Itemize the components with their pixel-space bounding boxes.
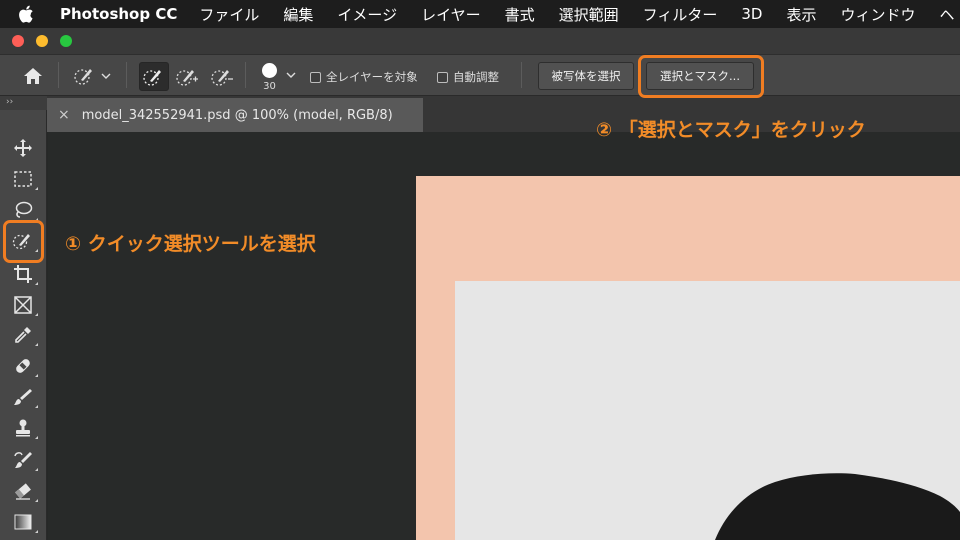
frame-icon bbox=[14, 296, 32, 314]
select-and-mask-highlight bbox=[638, 55, 764, 98]
menu-type[interactable]: 書式 bbox=[505, 4, 535, 25]
brush-tool[interactable] bbox=[8, 384, 38, 410]
healing-brush-icon bbox=[16, 359, 30, 373]
brush-size-value: 30 bbox=[263, 81, 276, 92]
chevron-down-icon bbox=[286, 72, 295, 78]
eraser-tool[interactable] bbox=[8, 478, 38, 504]
document-tab-title: model_342552941.psd @ 100% (model, RGB/8… bbox=[81, 107, 393, 123]
subtract-from-selection-icon bbox=[211, 69, 233, 86]
select-subject-button[interactable]: 被写体を選択 bbox=[538, 62, 634, 90]
marquee-tool[interactable] bbox=[8, 166, 38, 192]
minimize-window-button[interactable] bbox=[36, 35, 48, 47]
options-separator bbox=[126, 62, 127, 88]
healing-brush-tool[interactable] bbox=[8, 353, 38, 379]
tools-panel-collapse[interactable]: ›› bbox=[0, 96, 47, 110]
menu-filter[interactable]: フィルター bbox=[643, 4, 718, 25]
brush-icon bbox=[14, 389, 32, 405]
move-icon bbox=[14, 139, 32, 157]
add-to-selection-icon bbox=[176, 69, 198, 86]
sample-all-layers-label: 全レイヤーを対象 bbox=[326, 70, 418, 84]
home-icon bbox=[24, 68, 42, 84]
menu-window[interactable]: ウィンドウ bbox=[840, 4, 915, 25]
model-hair-image bbox=[715, 473, 960, 540]
eyedropper-tool[interactable] bbox=[8, 322, 38, 348]
options-separator bbox=[521, 62, 522, 88]
document-tab[interactable]: × model_342552941.psd @ 100% (model, RGB… bbox=[47, 98, 423, 132]
window-title-bar bbox=[0, 28, 960, 54]
menu-layer[interactable]: レイヤー bbox=[421, 4, 481, 25]
marquee-icon bbox=[14, 171, 32, 187]
crop-tool[interactable] bbox=[8, 261, 38, 287]
close-document-icon[interactable]: × bbox=[58, 107, 70, 123]
zoom-window-button[interactable] bbox=[60, 35, 72, 47]
menu-help[interactable]: ヘ bbox=[940, 4, 955, 25]
home-button[interactable] bbox=[20, 64, 46, 88]
quick-selection-highlight bbox=[3, 220, 44, 263]
new-selection-button[interactable] bbox=[139, 62, 169, 91]
history-brush-icon bbox=[14, 452, 32, 468]
menu-file[interactable]: ファイル bbox=[199, 4, 259, 25]
clone-stamp-tool[interactable] bbox=[8, 415, 38, 441]
menu-app-name[interactable]: Photoshop CC bbox=[60, 5, 177, 23]
quick-selection-icon bbox=[74, 69, 92, 85]
options-separator bbox=[58, 62, 59, 88]
add-to-selection-button[interactable] bbox=[172, 62, 202, 91]
menu-image[interactable]: イメージ bbox=[337, 4, 397, 25]
chevron-down-icon bbox=[101, 73, 111, 79]
auto-enhance-checkbox[interactable]: 自動調整 bbox=[437, 69, 499, 85]
brush-preview-icon bbox=[261, 63, 277, 78]
tool-preset-picker[interactable] bbox=[70, 63, 114, 89]
new-selection-icon bbox=[143, 69, 161, 86]
sample-all-layers-checkbox[interactable]: 全レイヤーを対象 bbox=[310, 69, 418, 85]
eraser-icon bbox=[15, 483, 31, 500]
step1-annotation: ① クイック選択ツールを選択 bbox=[65, 233, 316, 255]
checkbox-box bbox=[310, 71, 321, 83]
eyedropper-icon bbox=[15, 327, 31, 343]
checkbox-box bbox=[437, 71, 448, 83]
subtract-from-selection-button[interactable] bbox=[207, 62, 237, 91]
crop-icon bbox=[14, 265, 32, 283]
menu-bar: Photoshop CC ファイル 編集 イメージ レイヤー 書式 選択範囲 フ… bbox=[0, 0, 960, 28]
lasso-icon bbox=[15, 201, 33, 218]
brush-picker[interactable]: 30 bbox=[253, 60, 299, 96]
gradient-tool[interactable] bbox=[8, 509, 38, 535]
menu-edit[interactable]: 編集 bbox=[283, 4, 313, 25]
frame-tool[interactable] bbox=[8, 292, 38, 318]
move-tool[interactable] bbox=[8, 135, 38, 161]
close-window-button[interactable] bbox=[12, 35, 24, 47]
gradient-icon bbox=[14, 514, 32, 530]
clone-stamp-icon bbox=[16, 419, 30, 437]
options-separator bbox=[245, 62, 246, 88]
history-brush-tool[interactable] bbox=[8, 447, 38, 473]
tools-panel bbox=[0, 96, 47, 540]
menu-select[interactable]: 選択範囲 bbox=[559, 4, 619, 25]
auto-enhance-label: 自動調整 bbox=[453, 70, 499, 84]
step2-annotation: ② 「選択とマスク」をクリック bbox=[596, 119, 866, 141]
menu-view[interactable]: 表示 bbox=[786, 4, 816, 25]
menu-3d[interactable]: 3D bbox=[741, 5, 762, 23]
apple-icon[interactable] bbox=[18, 5, 34, 23]
